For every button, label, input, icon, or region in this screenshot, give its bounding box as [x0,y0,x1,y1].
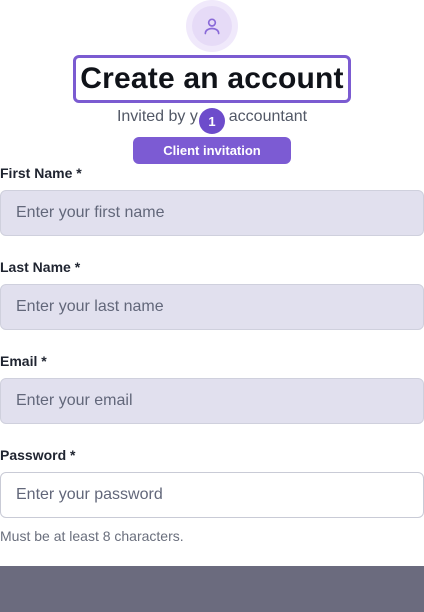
password-field[interactable] [0,472,424,518]
password-hint: Must be at least 8 characters. [0,528,184,544]
avatar [186,0,238,52]
first-name-label: First Name * [0,165,82,181]
footer-bar [0,566,424,612]
password-label: Password * [0,447,76,463]
user-icon [204,18,220,35]
last-name-field[interactable] [0,284,424,330]
subtitle-text-start: Invited by y [116,108,198,125]
step-badge: 1 [199,108,225,134]
email-label: Email * [0,353,47,369]
client-invitation-badge: Client invitation [133,137,291,164]
last-name-label: Last Name * [0,259,81,275]
page-title-container: Create an account [73,55,351,103]
page-title: Create an account [80,62,344,95]
first-name-field[interactable] [0,190,424,236]
subtitle-text-end: accountant [228,108,308,125]
avatar-circle [192,6,232,46]
email-field[interactable] [0,378,424,424]
